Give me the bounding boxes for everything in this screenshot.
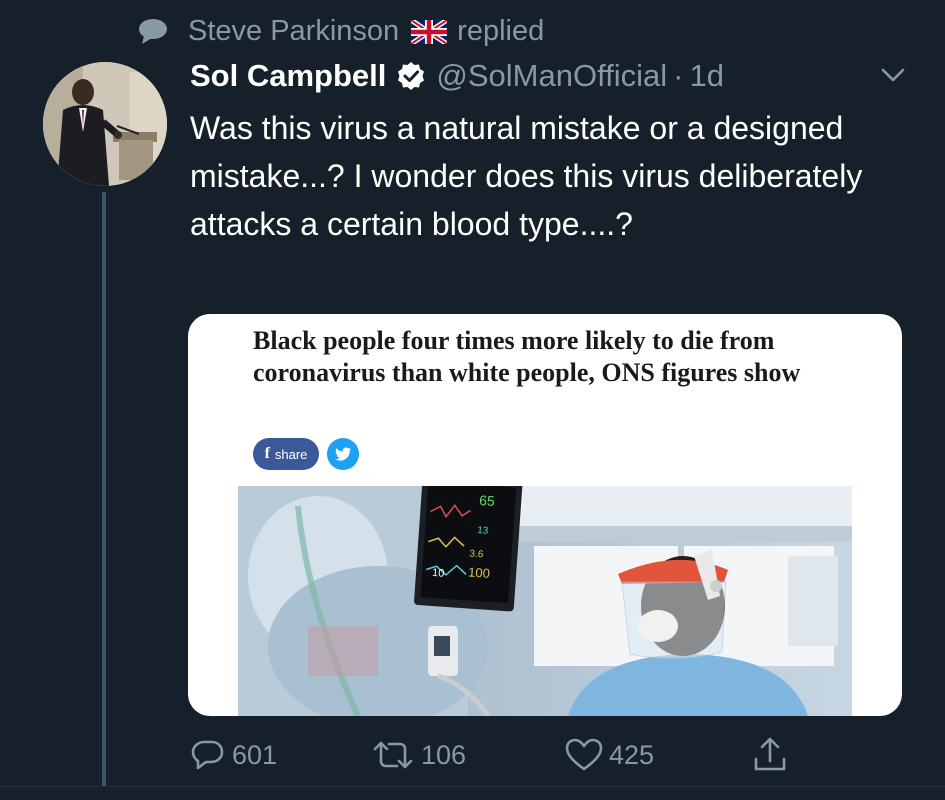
tweet-actions: 601 106 425 xyxy=(0,730,945,780)
facebook-share-button[interactable]: f share xyxy=(253,438,319,470)
share-label: share xyxy=(274,446,308,462)
uk-flag-icon xyxy=(409,17,449,47)
reply-button[interactable]: 601 xyxy=(190,730,277,780)
article-headline: Black people four times more likely to d… xyxy=(253,326,801,387)
link-preview-card[interactable]: Black people four times more likely to d… xyxy=(188,314,902,716)
monitor-value-100: 100 xyxy=(468,564,491,580)
retweet-button[interactable]: 106 xyxy=(371,730,466,780)
monitor-value-3-6: 3.6 xyxy=(469,548,484,560)
tweet-timestamp[interactable]: 1d xyxy=(689,58,723,94)
chevron-down-icon[interactable] xyxy=(880,66,906,84)
retweet-count: 106 xyxy=(421,739,467,770)
share-button[interactable] xyxy=(752,730,794,780)
tweet-screen: Steve Parkinson replied Sol Campbell @So… xyxy=(0,0,945,800)
thread-line xyxy=(102,192,106,792)
article-photo: 65 13 3.6 10 100 xyxy=(238,486,852,716)
twitter-bird-icon[interactable] xyxy=(327,438,359,470)
reply-count: 601 xyxy=(232,739,278,770)
heart-icon xyxy=(565,738,603,771)
replier-name[interactable]: Steve Parkinson xyxy=(188,15,399,48)
next-tweet-edge xyxy=(0,786,945,800)
replied-label: replied xyxy=(457,14,545,47)
reply-context: Steve Parkinson replied xyxy=(138,12,544,50)
author-avatar[interactable] xyxy=(43,62,167,186)
tweet-header: Sol Campbell @SolManOfficial · 1d xyxy=(190,54,724,98)
monitor-value-13: 13 xyxy=(477,525,489,537)
separator-dot: · xyxy=(673,58,684,93)
reply-icon xyxy=(191,740,224,770)
like-button[interactable]: 425 xyxy=(565,730,654,780)
retweet-icon xyxy=(373,741,413,769)
author-display-name[interactable]: Sol Campbell xyxy=(190,58,386,94)
tweet-text: Was this virus a natural mistake or a de… xyxy=(190,110,863,242)
facebook-icon: f xyxy=(264,445,270,462)
speech-bubble-icon xyxy=(138,18,168,44)
monitor-value-10: 10 xyxy=(432,567,445,580)
verified-badge-icon xyxy=(396,61,426,91)
share-icon xyxy=(754,737,786,771)
like-count: 425 xyxy=(609,739,655,770)
author-handle[interactable]: @SolManOfficial xyxy=(436,58,667,94)
monitor-value-65: 65 xyxy=(479,492,496,509)
